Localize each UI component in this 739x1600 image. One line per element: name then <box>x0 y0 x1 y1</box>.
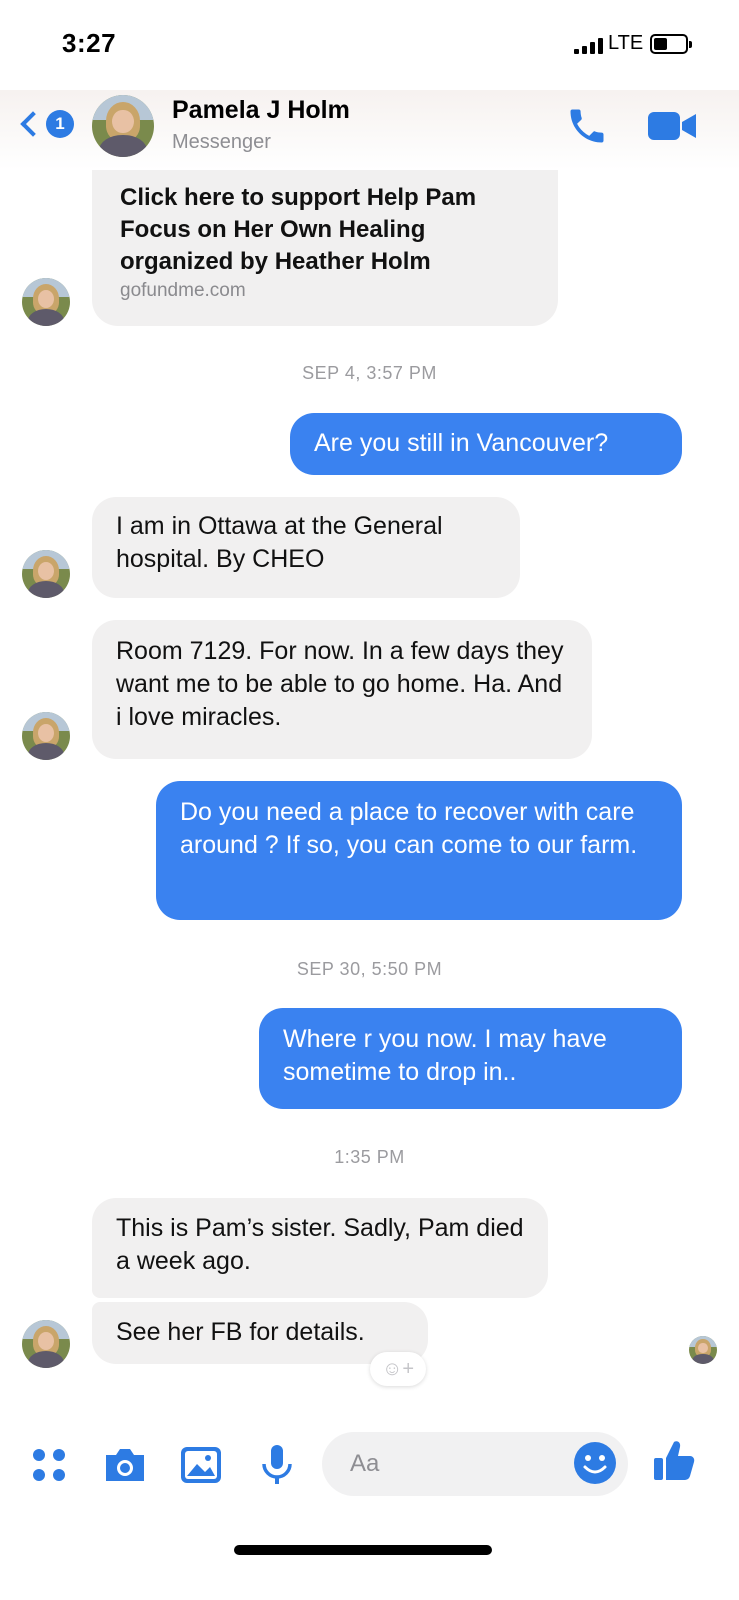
outgoing-message[interactable]: Do you need a place to recover with care… <box>156 781 682 920</box>
incoming-message[interactable]: This is Pam’s sister. Sadly, Pam died a … <box>92 1198 548 1298</box>
read-receipt-avatar <box>689 1336 717 1364</box>
video-camera-icon[interactable] <box>646 106 698 146</box>
sender-avatar[interactable] <box>22 550 70 598</box>
signal-icon <box>574 38 603 54</box>
home-indicator <box>234 1545 492 1555</box>
contact-name[interactable]: Pamela J Holm <box>172 96 350 125</box>
timestamp: 1:35 PM <box>334 1147 405 1167</box>
status-time: 3:27 <box>62 28 117 58</box>
incoming-message[interactable]: Room 7129. For now. In a few days they w… <box>92 620 592 759</box>
message-list[interactable]: Click here to support Help Pam Focus on … <box>0 170 739 1410</box>
outgoing-message[interactable]: Are you still in Vancouver? <box>290 413 682 475</box>
camera-icon[interactable] <box>100 1440 150 1490</box>
status-bar: 3:27 LTE <box>0 0 739 90</box>
chevron-left-icon <box>20 111 46 137</box>
outgoing-message[interactable]: Where r you now. I may have sometime to … <box>259 1008 682 1109</box>
composer-bar: Aa <box>0 1420 739 1510</box>
contact-avatar[interactable] <box>92 95 154 157</box>
four-dots-icon[interactable] <box>24 1440 74 1490</box>
phone-icon[interactable] <box>565 104 609 148</box>
timestamp: SEP 30, 5:50 PM <box>296 959 443 979</box>
link-domain: gofundme.com <box>120 280 246 301</box>
unread-badge: 1 <box>46 110 74 138</box>
add-reaction-icon[interactable]: ☺+ <box>370 1352 426 1386</box>
incoming-message[interactable]: I am in Ottawa at the General hospital. … <box>92 497 520 598</box>
sender-avatar[interactable] <box>22 278 70 326</box>
contact-subtitle: Messenger <box>172 131 271 153</box>
message-input-placeholder: Aa <box>350 1450 380 1477</box>
timestamp: SEP 4, 3:57 PM <box>302 363 437 383</box>
back-button[interactable]: 1 <box>16 110 74 138</box>
microphone-icon[interactable] <box>252 1440 302 1490</box>
network-label: LTE <box>608 32 644 54</box>
sender-avatar[interactable] <box>22 1320 70 1368</box>
link-title: Click here to support Help Pam Focus on … <box>120 184 477 275</box>
thumbs-up-icon[interactable] <box>650 1436 700 1486</box>
sender-avatar[interactable] <box>22 712 70 760</box>
image-icon[interactable] <box>176 1440 226 1490</box>
conversation-header: 1 Pamela J Holm Messenger <box>0 90 739 170</box>
battery-icon <box>650 34 692 54</box>
smiley-icon[interactable] <box>572 1440 618 1486</box>
link-preview-card[interactable]: Click here to support Help Pam Focus on … <box>92 170 558 326</box>
